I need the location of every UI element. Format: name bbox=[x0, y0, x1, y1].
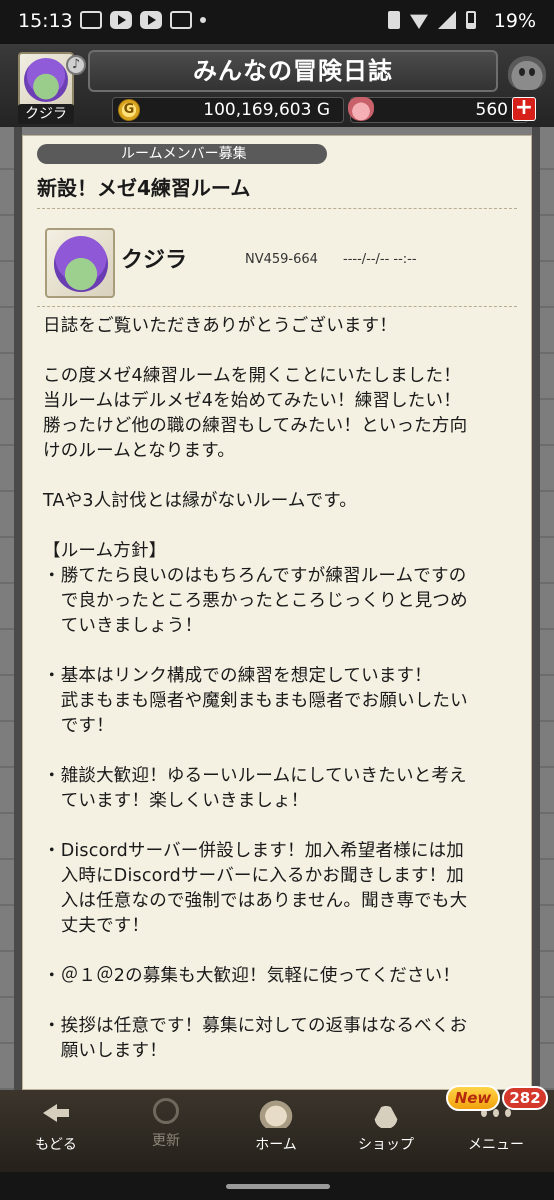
notification-count-badge: 282 bbox=[502, 1086, 548, 1110]
author-avatar[interactable] bbox=[45, 228, 115, 298]
nav-back-label: もどる bbox=[35, 1137, 77, 1153]
gem-icon bbox=[348, 97, 374, 121]
metal-slime-icon[interactable] bbox=[508, 56, 546, 90]
status-bar: 15:13 19% bbox=[0, 0, 554, 44]
post-paper[interactable]: ルームメンバー募集 新設！メゼ4練習ルーム クジラ NV459-664 ----… bbox=[22, 135, 532, 1090]
gesture-handle[interactable] bbox=[226, 1184, 330, 1189]
category-tag: ルームメンバー募集 bbox=[37, 144, 327, 164]
nav-home[interactable]: ホーム bbox=[226, 1098, 326, 1168]
nav-shop[interactable]: ショップ bbox=[336, 1098, 436, 1168]
author-name[interactable]: クジラ bbox=[121, 242, 187, 274]
add-gems-button[interactable]: + bbox=[512, 97, 536, 121]
wifi-icon bbox=[410, 14, 428, 29]
refresh-icon bbox=[153, 1098, 179, 1124]
notification-icon bbox=[170, 11, 192, 29]
new-badge: New bbox=[446, 1085, 500, 1111]
gold-amount: 100,169,603 G bbox=[203, 100, 330, 120]
youtube-icon bbox=[110, 11, 132, 29]
nav-back[interactable]: もどる bbox=[6, 1098, 106, 1168]
paper-border-left bbox=[14, 127, 22, 1090]
author-avatar-image bbox=[54, 236, 108, 292]
nav-menu-label: メニュー bbox=[468, 1137, 524, 1153]
battery-percent: 19% bbox=[493, 10, 536, 32]
nav-refresh[interactable]: 更新 bbox=[116, 1098, 216, 1168]
nav-refresh-label: 更新 bbox=[152, 1133, 180, 1149]
gem-amount: 560 bbox=[475, 100, 508, 120]
user-avatar[interactable] bbox=[18, 52, 74, 108]
shop-slime-icon bbox=[370, 1098, 402, 1128]
system-icons bbox=[388, 11, 476, 29]
user-name: クジラ bbox=[18, 104, 74, 124]
vibrate-icon bbox=[388, 11, 400, 29]
divider bbox=[37, 208, 517, 209]
page-title: みんなの冒険日誌 bbox=[88, 50, 498, 92]
battery-icon bbox=[466, 11, 476, 29]
youtube-icon-2 bbox=[140, 11, 162, 29]
twitch-icon bbox=[80, 11, 102, 29]
nav-shop-label: ショップ bbox=[358, 1137, 414, 1153]
home-dracky-icon bbox=[257, 1098, 295, 1128]
notification-icons bbox=[80, 11, 206, 29]
back-arrow-icon bbox=[41, 1098, 71, 1128]
post-title: 新設！メゼ4練習ルーム bbox=[37, 176, 251, 200]
paper-border-right bbox=[532, 127, 540, 1090]
post-date: ----/--/-- --:-- bbox=[343, 252, 417, 267]
signal-icon bbox=[438, 11, 456, 29]
post-body: 日誌をご覧いただきありがとうございます！ この度メゼ4練習ルームを開くことにいた… bbox=[43, 316, 468, 1061]
chat-bubble-icon: ♪ bbox=[66, 55, 86, 75]
status-time: 15:13 bbox=[18, 10, 73, 32]
more-notifications-icon bbox=[200, 17, 206, 23]
gold-coin-icon: G bbox=[118, 99, 140, 121]
avatar-image bbox=[24, 58, 68, 102]
divider-2 bbox=[37, 306, 517, 307]
author-id: NV459-664 bbox=[245, 252, 318, 267]
nav-home-label: ホーム bbox=[255, 1137, 297, 1153]
